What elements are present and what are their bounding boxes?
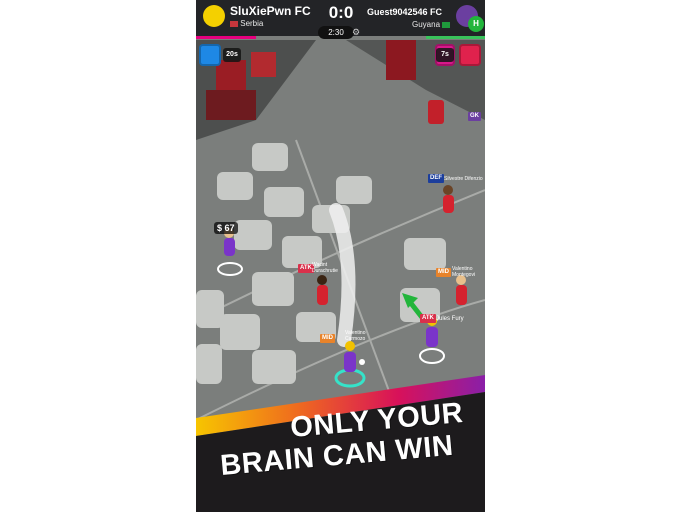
player-name: Silvestre Difenzio [444, 176, 483, 182]
player-role-tag: MID [436, 268, 451, 277]
home-ability-card[interactable] [199, 44, 221, 66]
player-role-tag: MID [320, 334, 335, 343]
home-progress-bar [196, 36, 256, 39]
player-figure[interactable] [443, 185, 454, 213]
player-figure[interactable] [334, 341, 366, 388]
chat-button[interactable]: H [468, 16, 484, 32]
match-clock: 2:30 [318, 26, 354, 39]
money-symbol: $ [217, 223, 223, 233]
player-figure[interactable] [317, 275, 328, 305]
player-role-tag: ATK [420, 314, 436, 323]
money-badge: $ 67 [214, 222, 238, 234]
player-figure[interactable] [456, 275, 467, 305]
goalkeeper-tag: GK [468, 112, 481, 121]
guyana-flag-icon [442, 21, 451, 28]
player-name: Valentino Montegovi [452, 266, 476, 278]
money-value: 67 [224, 223, 235, 233]
away-country: Guyana [412, 20, 451, 29]
score: 0:0 [328, 3, 354, 22]
away-ability-card[interactable] [459, 44, 481, 66]
player-role-tag: DEF [428, 174, 444, 183]
away-club-name: Guest9042546 FC [367, 7, 443, 17]
home-country-label: Serbia [240, 19, 264, 28]
away-card-timer: 7s [436, 48, 454, 62]
serbia-flag-icon [230, 20, 238, 27]
player-figure[interactable] [217, 228, 243, 276]
game-screenshot: SluXiePwn FC Serbia 0:0 Guest9042546 FC … [196, 0, 485, 512]
player-figure[interactable] [419, 316, 445, 364]
settings-gear-icon[interactable]: ⚙ [352, 27, 363, 38]
home-card-timer: 20s [223, 48, 241, 62]
away-progress-bar [426, 36, 485, 39]
player-name: Wacint Durachrutie [312, 262, 338, 274]
away-country-label: Guyana [412, 20, 441, 29]
home-crest-icon [203, 5, 225, 27]
home-club-name: SluXiePwn FC [230, 4, 311, 18]
home-country: Serbia [230, 19, 263, 28]
player-name: Valentino Carmozo [345, 330, 366, 342]
player-name: Jules Fury [436, 316, 464, 322]
